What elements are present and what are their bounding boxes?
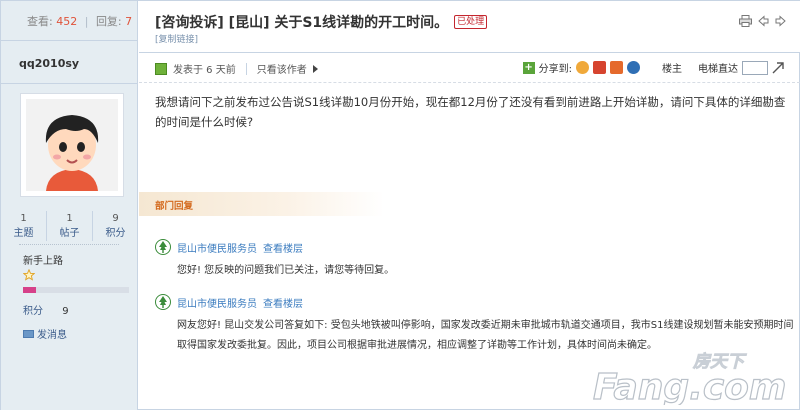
posts-value: 1 xyxy=(66,213,73,224)
view-floor-link[interactable]: 查看楼层 xyxy=(263,240,303,255)
star-icon xyxy=(23,269,35,281)
envelope-icon xyxy=(23,329,34,338)
go-arrow-icon[interactable] xyxy=(772,61,784,74)
service-tree-logo-icon xyxy=(155,239,171,255)
replies-count: 7 xyxy=(125,15,133,28)
thread-header: [咨询投诉] [昆山] 关于S1线详勘的开工时间。 已处理 [复制链接] xyxy=(139,1,800,53)
post-content: 我想请问下之前发布过公告说S1线详勘10月份开始，现在都12月份了还没有看到前进… xyxy=(155,95,786,129)
next-thread-icon[interactable] xyxy=(775,15,786,27)
reply-author[interactable]: 昆山市便民服务员 xyxy=(177,295,257,310)
department-reply-label: 部门回复 xyxy=(155,201,194,212)
credits-value: 9 xyxy=(112,213,119,224)
share-label: 分享到: xyxy=(538,64,572,75)
online-status-icon xyxy=(155,62,167,75)
copy-link[interactable]: [复制链接] xyxy=(155,32,198,45)
forum-thread-window: 查看: 452 | 回复: 7 qq2010sy 1 主题 1 帖子 9 积分 … xyxy=(0,0,800,410)
reply-item: 昆山市便民服务员 查看楼层 您好! 您反映的问题我们已关注，请您等待回复。 xyxy=(155,239,795,281)
sidebar-divider xyxy=(19,244,119,245)
send-message-label: 发消息 xyxy=(37,330,67,341)
send-message-link[interactable]: 发消息 xyxy=(23,326,67,341)
thread-title: [咨询投诉] [昆山] 关于S1线详勘的开工时间。 xyxy=(155,15,449,31)
post-time: 发表于 6 天前 xyxy=(173,65,236,76)
author-sidebar: 查看: 452 | 回复: 7 qq2010sy 1 主题 1 帖子 9 积分 … xyxy=(1,1,138,410)
previous-thread-icon[interactable] xyxy=(758,15,769,27)
avatar[interactable] xyxy=(20,93,124,197)
posts-count[interactable]: 1 帖子 xyxy=(46,211,92,241)
reply-text: 您好! 您反映的问题我们已关注，请您等待回复。 xyxy=(177,265,395,276)
stats-separator: | xyxy=(84,15,89,28)
meta-separator xyxy=(245,62,247,75)
credits-count[interactable]: 9 积分 xyxy=(92,211,138,241)
share-weibo-icon[interactable] xyxy=(593,61,606,74)
watermark-brand: Fang.com xyxy=(593,367,786,405)
share-kaixin-icon[interactable] xyxy=(627,61,640,74)
header-tools xyxy=(739,15,786,27)
plus-icon[interactable]: + xyxy=(522,61,535,74)
floor-label: 楼主 xyxy=(662,64,682,75)
author-username[interactable]: qq2010sy xyxy=(1,41,137,84)
topics-count[interactable]: 1 主题 xyxy=(1,211,46,241)
status-badge: 已处理 xyxy=(454,15,488,29)
points-value: 9 xyxy=(62,306,69,317)
topics-label: 主题 xyxy=(13,228,34,239)
post-meta: 发表于 6 天前 只看该作者 xyxy=(155,61,318,76)
reply-author[interactable]: 昆山市便民服务员 xyxy=(177,240,257,255)
reply-header: 昆山市便民服务员 查看楼层 xyxy=(155,239,795,255)
replies-label: 回复: xyxy=(95,15,122,28)
reply-header: 昆山市便民服务员 查看楼层 xyxy=(155,294,795,310)
points-label: 积分 xyxy=(23,306,43,317)
points-row: 积分 9 xyxy=(23,302,69,317)
view-floor-link[interactable]: 查看楼层 xyxy=(263,295,303,310)
author-counts: 1 主题 1 帖子 9 积分 xyxy=(1,211,138,241)
post-info-bar: 发表于 6 天前 只看该作者 + 分享到: 楼主 电梯直达 xyxy=(139,53,800,83)
rank-progress-bar xyxy=(23,287,129,293)
topics-value: 1 xyxy=(20,213,27,224)
service-tree-logo-icon xyxy=(155,294,171,310)
fang-watermark-logo: 房天下 Fang.com xyxy=(592,352,787,405)
elevator-label: 电梯直达 xyxy=(698,64,738,75)
only-author-link[interactable]: 只看该作者 xyxy=(257,61,307,76)
play-arrow-icon xyxy=(312,64,318,73)
credits-label: 积分 xyxy=(105,228,126,239)
print-icon[interactable] xyxy=(739,15,752,27)
posts-label: 帖子 xyxy=(59,228,80,239)
thread-stats: 查看: 452 | 回复: 7 xyxy=(1,1,137,41)
avatar-cartoon-boy-icon xyxy=(26,99,118,191)
floor-input[interactable] xyxy=(742,60,768,75)
department-reply-header: 部门回复 xyxy=(139,192,384,216)
views-count: 452 xyxy=(56,15,78,28)
post-tools: + 分享到: 楼主 电梯直达 xyxy=(522,60,784,75)
share-renren-icon[interactable] xyxy=(610,61,623,74)
rank-progress-fill xyxy=(23,287,36,293)
page-title: [咨询投诉] [昆山] 关于S1线详勘的开工时间。 已处理 xyxy=(155,12,488,32)
views-label: 查看: xyxy=(27,15,53,28)
user-rank[interactable]: 新手上路 xyxy=(23,252,63,267)
share-qzone-icon[interactable] xyxy=(576,61,589,74)
